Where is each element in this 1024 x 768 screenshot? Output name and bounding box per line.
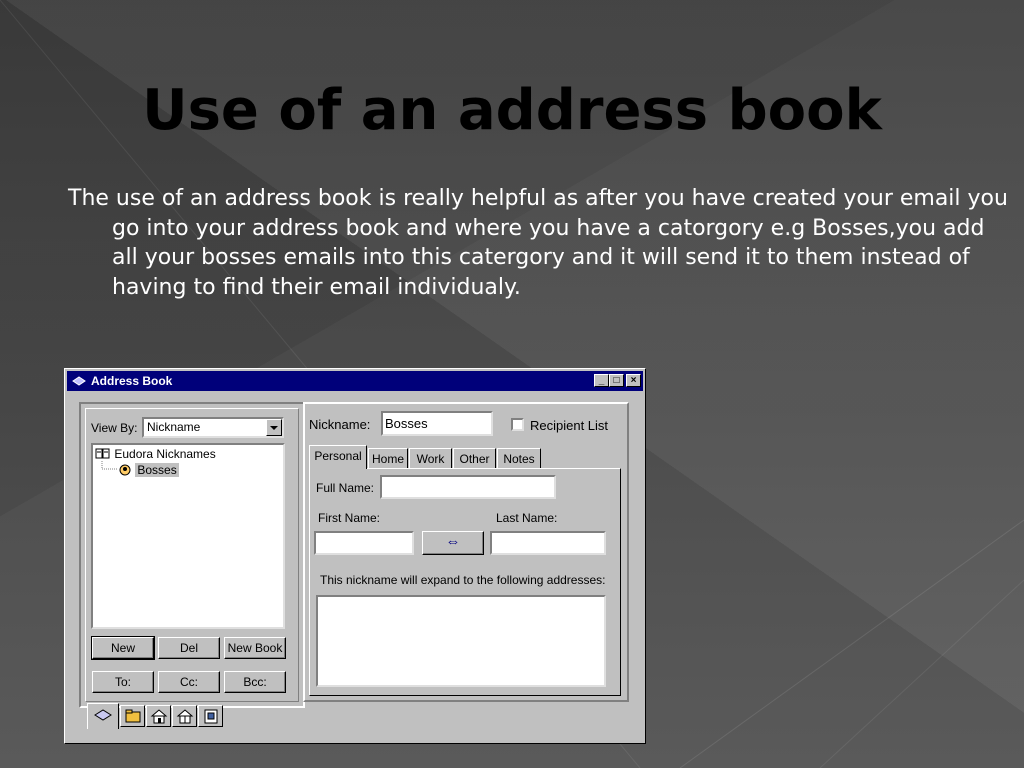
view-by-label: View By: bbox=[91, 421, 138, 435]
bcc-button-label: Bcc: bbox=[243, 675, 267, 689]
folder-tab[interactable] bbox=[120, 705, 145, 727]
document-icon bbox=[204, 709, 217, 724]
address-book-window: Address Book _ □ × View By: Nickname Eud… bbox=[64, 368, 646, 744]
tree-item-bosses[interactable]: Bosses bbox=[118, 463, 179, 478]
new-book-button[interactable]: New Book bbox=[224, 637, 286, 659]
tree-root-label: Eudora Nicknames bbox=[114, 447, 216, 461]
swap-names-button[interactable]: ⇔ bbox=[422, 531, 484, 555]
minimize-button[interactable]: _ bbox=[594, 374, 609, 387]
to-button-label: To: bbox=[114, 675, 131, 689]
swap-icon: ⇔ bbox=[445, 533, 461, 550]
open-book-icon bbox=[95, 448, 110, 459]
last-name-input[interactable] bbox=[490, 531, 606, 555]
nickname-tree[interactable]: Eudora Nicknames Bosses bbox=[91, 443, 285, 629]
address-book-icon bbox=[72, 376, 86, 386]
tab-home-label: Home bbox=[371, 452, 404, 466]
close-button[interactable]: × bbox=[626, 374, 641, 387]
new-button-label: New bbox=[110, 641, 135, 655]
window-title: Address Book bbox=[91, 374, 173, 388]
nickname-list-inner: View By: Nickname Eudora Nicknames Bosse… bbox=[85, 408, 299, 702]
nickname-list-panel: View By: Nickname Eudora Nicknames Bosse… bbox=[79, 402, 305, 708]
address-book-tab[interactable] bbox=[87, 703, 119, 729]
house-gift-icon bbox=[176, 709, 193, 724]
recipient-list-label: Recipient List bbox=[530, 418, 609, 433]
view-by-value: Nickname bbox=[147, 420, 201, 434]
house-gift-tab[interactable] bbox=[172, 705, 197, 727]
maximize-icon: □ bbox=[613, 375, 620, 386]
first-name-label: First Name: bbox=[318, 511, 381, 525]
nickname-value: Bosses bbox=[385, 416, 428, 431]
slide-title: Use of an address book bbox=[142, 78, 882, 143]
cc-button[interactable]: Cc: bbox=[158, 671, 220, 693]
slide-body-text: The use of an address book is really hel… bbox=[68, 186, 1008, 300]
tab-notes[interactable]: Notes bbox=[497, 448, 541, 469]
chevron-down-icon[interactable] bbox=[266, 419, 282, 436]
tree-item-eudora-nicknames[interactable]: Eudora Nicknames bbox=[95, 447, 216, 462]
full-name-label: Full Name: bbox=[316, 481, 375, 495]
folder-icon bbox=[125, 709, 140, 723]
minimize-icon: _ bbox=[598, 375, 605, 386]
tab-personal[interactable]: Personal bbox=[309, 445, 367, 469]
tab-work-label: Work bbox=[416, 452, 445, 466]
home-tab[interactable] bbox=[146, 705, 171, 727]
new-button[interactable]: New bbox=[91, 636, 155, 660]
recipient-list-checkbox[interactable] bbox=[511, 418, 524, 431]
addresses-textarea[interactable] bbox=[316, 595, 606, 687]
tab-personal-label: Personal bbox=[314, 449, 362, 463]
address-book-icon bbox=[94, 709, 112, 721]
del-button[interactable]: Del bbox=[158, 637, 220, 659]
full-name-input[interactable] bbox=[380, 475, 556, 499]
first-name-input[interactable] bbox=[314, 531, 414, 555]
personal-tab-content: Full Name: First Name: Last Name: ⇔ This… bbox=[309, 468, 621, 696]
tab-work[interactable]: Work bbox=[409, 448, 452, 469]
expand-addresses-label: This nickname will expand to the followi… bbox=[320, 573, 606, 587]
del-button-label: Del bbox=[179, 641, 198, 655]
person-card-icon bbox=[119, 464, 131, 476]
nickname-detail-panel: Nickname: Bosses Recipient List Personal… bbox=[303, 402, 629, 702]
bcc-button[interactable]: Bcc: bbox=[224, 671, 286, 693]
last-name-label: Last Name: bbox=[496, 511, 558, 525]
tab-other[interactable]: Other bbox=[453, 448, 496, 469]
title-bar[interactable]: Address Book _ □ × bbox=[67, 371, 643, 391]
tree-child-label: Bosses bbox=[135, 463, 179, 477]
tab-other-label: Other bbox=[459, 452, 490, 466]
cc-button-label: Cc: bbox=[180, 675, 198, 689]
home-icon bbox=[150, 709, 167, 724]
tree-connector bbox=[101, 461, 117, 470]
close-icon: × bbox=[630, 375, 637, 386]
nickname-label: Nickname: bbox=[309, 417, 371, 432]
document-tab[interactable] bbox=[198, 705, 223, 727]
nickname-input[interactable]: Bosses bbox=[381, 411, 493, 436]
tab-notes-label: Notes bbox=[503, 452, 535, 466]
new-book-button-label: New Book bbox=[227, 641, 283, 655]
maximize-button[interactable]: □ bbox=[609, 374, 624, 387]
view-by-dropdown[interactable]: Nickname bbox=[142, 417, 284, 438]
tab-home[interactable]: Home bbox=[368, 448, 408, 469]
to-button[interactable]: To: bbox=[92, 671, 154, 693]
